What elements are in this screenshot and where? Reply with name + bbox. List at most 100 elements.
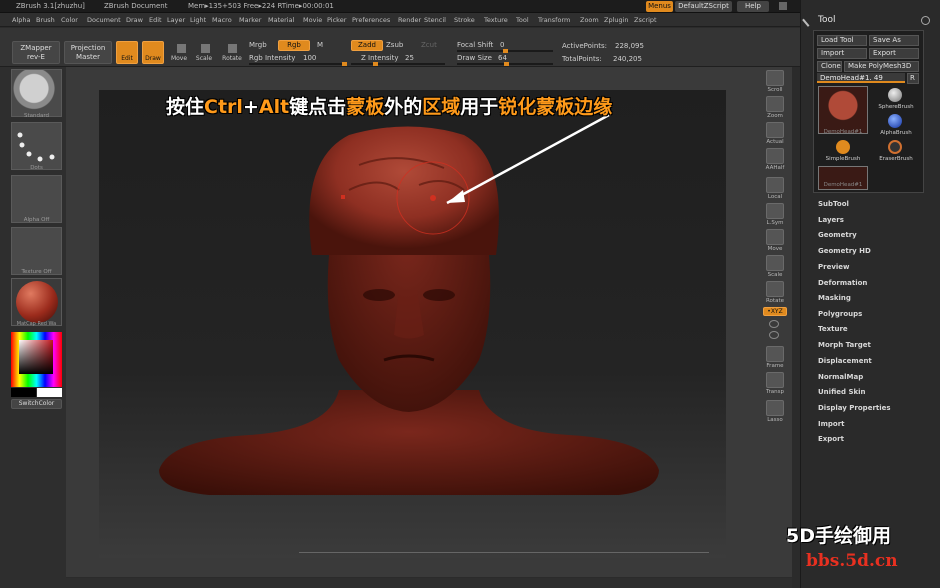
document-canvas[interactable] [99, 90, 726, 558]
tool-pick-icon[interactable] [802, 14, 815, 27]
menu-render[interactable]: Render [398, 16, 421, 24]
default-zscript-button[interactable]: DefaultZScript [675, 1, 732, 12]
focal-shift-slider[interactable] [457, 49, 553, 53]
menu-light[interactable]: Light [190, 16, 206, 24]
menu-stroke[interactable]: Stroke [454, 16, 475, 24]
section-polygroups[interactable]: Polygroups [818, 310, 862, 318]
import-tool-button[interactable]: Import [817, 48, 867, 59]
zadd-button[interactable]: Zadd [351, 40, 383, 51]
section-geometry-hd[interactable]: Geometry HD [818, 247, 871, 255]
menu-tool[interactable]: Tool [516, 16, 529, 24]
scale-view-button[interactable]: Scale [763, 255, 787, 283]
section-geometry[interactable]: Geometry [818, 231, 857, 239]
menu-movie[interactable]: Movie [303, 16, 322, 24]
stroke-dots-thumbnail[interactable] [11, 122, 62, 170]
rotate-axis-z-icon[interactable] [769, 331, 779, 339]
load-tool-button[interactable]: Load Tool [817, 35, 867, 46]
zmapper-button[interactable]: ZMapper rev-E [12, 41, 60, 64]
menu-picker[interactable]: Picker [327, 16, 346, 24]
zoom-button[interactable]: Zoom [763, 96, 787, 124]
scroll-button[interactable]: Scroll [763, 70, 787, 98]
r-button[interactable]: R [907, 73, 919, 84]
menu-edit[interactable]: Edit [149, 16, 162, 24]
frame-button[interactable]: Frame [763, 346, 787, 374]
section-import[interactable]: Import [818, 420, 845, 428]
section-deformation[interactable]: Deformation [818, 279, 867, 287]
menu-brush[interactable]: Brush [36, 16, 55, 24]
help-button[interactable]: Help [737, 1, 769, 12]
focal-shift-thumb[interactable] [503, 49, 508, 53]
export-tool-button[interactable]: Export [869, 48, 919, 59]
menu-transform[interactable]: Transform [538, 16, 570, 24]
section-unified-skin[interactable]: Unified Skin [818, 388, 866, 396]
menu-zplugin[interactable]: Zplugin [604, 16, 629, 24]
section-export[interactable]: Export [818, 435, 844, 443]
edit-button[interactable]: Edit [116, 41, 138, 64]
actual-button[interactable]: Actual [763, 122, 787, 150]
section-preview[interactable]: Preview [818, 263, 850, 271]
rgb-button[interactable]: Rgb [278, 40, 310, 51]
mrgb-button[interactable]: Mrgb [249, 41, 267, 49]
section-display-properties[interactable]: Display Properties [818, 404, 891, 412]
switch-color-button[interactable]: SwitchColor [11, 399, 62, 409]
projection-master-button[interactable]: Projection Master [64, 41, 112, 64]
current-tool-slider[interactable]: DemoHead#1. 49 [817, 73, 905, 83]
menu-layer[interactable]: Layer [167, 16, 185, 24]
save-as-button[interactable]: Save As [869, 35, 919, 46]
lasso-button[interactable]: Lasso [763, 400, 787, 428]
menu-preferences[interactable]: Preferences [352, 16, 390, 24]
alpha-brush-icon[interactable] [888, 114, 902, 128]
material-matcap-thumbnail[interactable] [11, 278, 62, 326]
secondary-color-swatch[interactable] [37, 388, 62, 397]
menu-document[interactable]: Document [87, 16, 121, 24]
menu-marker[interactable]: Marker [239, 16, 261, 24]
lsym-button[interactable]: L.Sym [763, 203, 787, 231]
brush-standard-thumbnail[interactable] [11, 69, 62, 117]
zsub-button[interactable]: Zsub [386, 41, 403, 49]
head-model[interactable] [99, 90, 726, 558]
menu-stencil[interactable]: Stencil [424, 16, 446, 24]
eraser-brush-icon[interactable] [888, 140, 902, 154]
bottom-scroll-bar[interactable] [66, 578, 792, 588]
transp-button[interactable]: Transp [763, 372, 787, 400]
texture-thumbnail[interactable] [11, 227, 62, 275]
section-masking[interactable]: Masking [818, 294, 851, 302]
clone-button[interactable]: Clone [817, 61, 842, 72]
sphere-brush-icon[interactable] [888, 88, 902, 102]
color-saturation-square[interactable] [19, 340, 53, 374]
color-picker[interactable] [11, 332, 62, 387]
section-subtool[interactable]: SubTool [818, 200, 849, 208]
zcut-button[interactable]: Zcut [421, 41, 437, 49]
menu-macro[interactable]: Macro [212, 16, 232, 24]
refresh-icon[interactable] [921, 16, 930, 25]
move-view-button[interactable]: Move [763, 229, 787, 257]
menu-zscript[interactable]: Zscript [634, 16, 657, 24]
aahalf-button[interactable]: AAHalf [763, 148, 787, 176]
z-intensity-thumb[interactable] [373, 62, 378, 66]
settings-icon[interactable] [779, 2, 787, 10]
menu-alpha[interactable]: Alpha [12, 16, 30, 24]
local-button[interactable]: Local [763, 177, 787, 205]
section-displacement[interactable]: Displacement [818, 357, 872, 365]
rgb-intensity-thumb[interactable] [342, 62, 347, 66]
tool-demohead-thumbnail[interactable] [818, 86, 868, 134]
section-layers[interactable]: Layers [818, 216, 844, 224]
rotate-axis-y-icon[interactable] [769, 320, 779, 328]
menu-draw[interactable]: Draw [126, 16, 143, 24]
xyz-button[interactable]: •XYZ [763, 307, 787, 316]
rgb-intensity-slider[interactable] [249, 62, 347, 66]
menu-material[interactable]: Material [268, 16, 294, 24]
rotate-view-button[interactable]: Rotate [763, 281, 787, 309]
section-normalmap[interactable]: NormalMap [818, 373, 863, 381]
section-morph-target[interactable]: Morph Target [818, 341, 871, 349]
make-polymesh3d-button[interactable]: Make PolyMesh3D [844, 61, 919, 72]
simple-brush-icon[interactable] [836, 140, 850, 154]
main-color-swatch[interactable] [11, 388, 36, 397]
alpha-thumbnail[interactable] [11, 175, 62, 223]
menu-color[interactable]: Color [61, 16, 78, 24]
m-button[interactable]: M [317, 41, 323, 49]
menu-texture[interactable]: Texture [484, 16, 508, 24]
section-texture[interactable]: Texture [818, 325, 848, 333]
z-intensity-slider[interactable] [351, 62, 445, 66]
draw-size-thumb[interactable] [504, 62, 509, 66]
